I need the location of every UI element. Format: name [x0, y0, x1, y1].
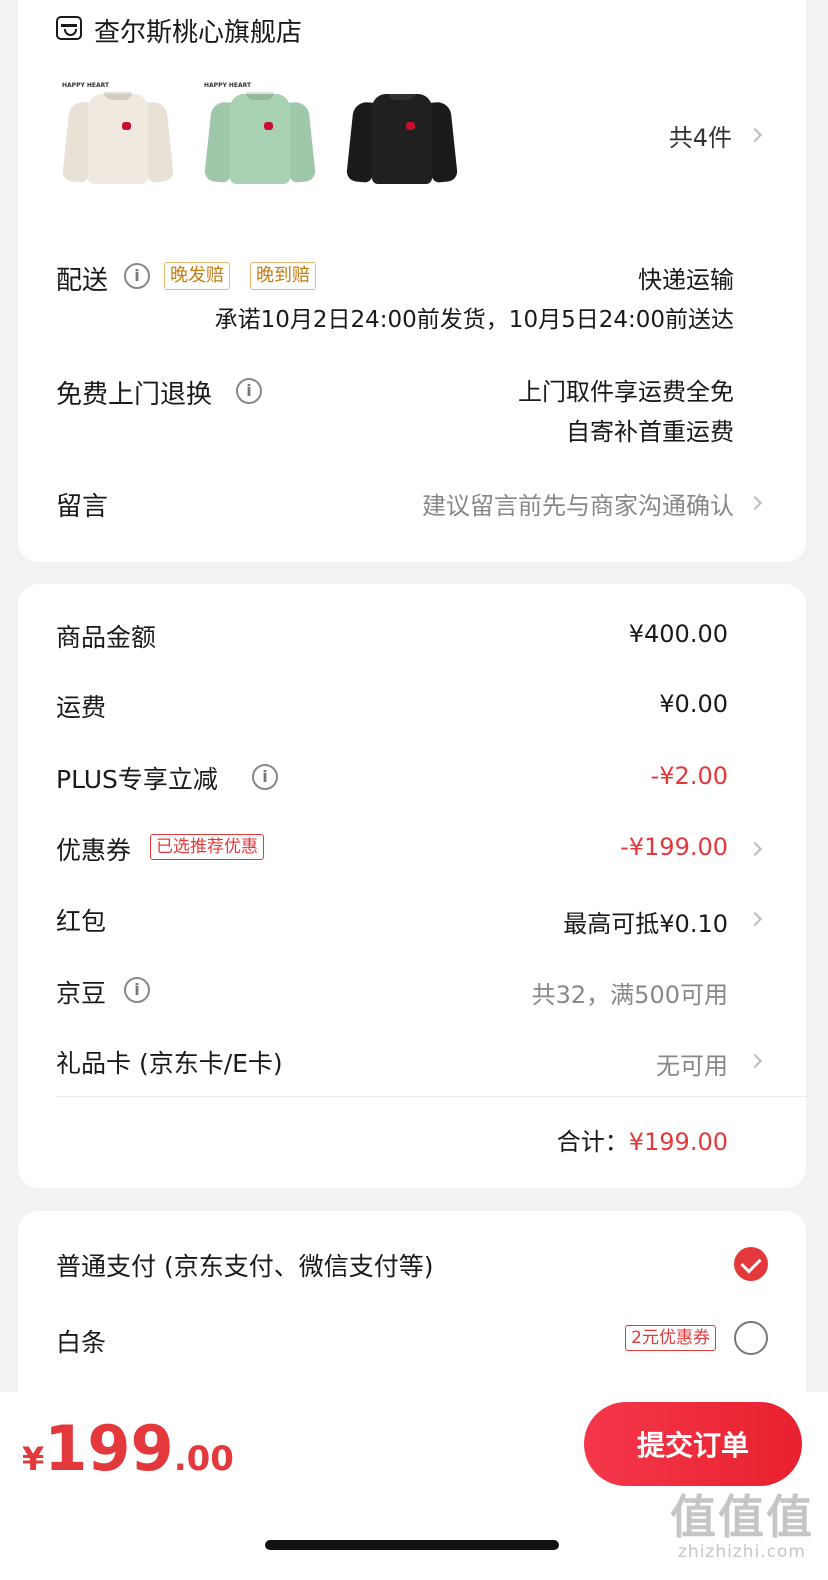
product-print-text: HAPPY HEART: [204, 82, 252, 89]
gift-card-value[interactable]: 无可用: [656, 1046, 728, 1081]
goods-amount-value: ¥400.00: [628, 620, 728, 648]
watermark-url: zhizhizhi.com: [678, 1542, 806, 1562]
message-input[interactable]: 建议留言前先与商家沟通确认: [422, 486, 734, 521]
submit-order-button[interactable]: 提交订单: [584, 1402, 802, 1486]
product-print-text: HAPPY HEART: [62, 82, 110, 89]
product-thumbnail[interactable]: HAPPY HEART: [198, 70, 322, 194]
normal-payment-label[interactable]: 普通支付 (京东支付、微信支付等): [56, 1247, 433, 1283]
baitiao-coupon-tag: 2元优惠券: [625, 1325, 716, 1351]
plus-discount-label: PLUS专享立减: [56, 765, 218, 794]
chevron-right-icon[interactable]: [747, 911, 763, 927]
product-thumbnail[interactable]: [340, 70, 464, 194]
jingdou-label: 京豆: [56, 979, 107, 1008]
plus-discount-value: -¥2.00: [650, 762, 728, 790]
late-ship-compensation-tag: 晚发赔: [164, 262, 230, 290]
chevron-right-icon[interactable]: [747, 841, 763, 857]
item-count[interactable]: 共4件: [669, 118, 732, 153]
return-pickup-text: 上门取件享运费全免: [518, 378, 734, 406]
info-icon[interactable]: i: [236, 378, 262, 404]
red-packet-label: 红包: [56, 907, 107, 936]
currency-symbol: ¥: [22, 1440, 45, 1478]
info-icon[interactable]: i: [124, 977, 150, 1003]
watermark: 值值值 zhizhizhi.com: [670, 1492, 814, 1562]
info-icon[interactable]: i: [252, 764, 278, 790]
store-name[interactable]: 查尔斯桃心旗舰店: [94, 12, 302, 49]
amount-decimal: .00: [173, 1439, 234, 1479]
shipping-fee-label: 运费: [56, 693, 107, 722]
jingdou-value: 共32，满500可用: [531, 981, 728, 1009]
baitiao-label[interactable]: 白条: [56, 1323, 106, 1359]
watermark-logo: 值值值: [670, 1490, 814, 1544]
late-arrival-compensation-tag: 晚到赔: [250, 262, 316, 290]
checkout-bar: ¥199.00 提交订单 值值值 zhizhizhi.com: [0, 1392, 828, 1580]
chevron-right-icon[interactable]: [747, 495, 763, 511]
delivery-method[interactable]: 快递运输: [638, 260, 734, 295]
home-indicator[interactable]: [265, 1540, 559, 1550]
divider: [56, 1096, 806, 1097]
shipping-fee-value: ¥0.00: [659, 690, 728, 718]
chevron-right-icon[interactable]: [747, 127, 763, 143]
total-value: ¥199.00: [628, 1128, 728, 1156]
total-label: 合计：: [556, 1128, 629, 1156]
coupon-recommended-tag: 已选推荐优惠: [150, 834, 264, 860]
coupon-value[interactable]: -¥199.00: [620, 833, 728, 861]
delivery-label: 配送: [56, 266, 109, 296]
message-label: 留言: [56, 492, 109, 522]
red-packet-value[interactable]: 最高可抵¥0.10: [563, 904, 728, 939]
price-summary-card: 商品金额 ¥400.00 运费 ¥0.00 PLUS专享立减 i -¥2.00 …: [18, 584, 806, 1188]
coupon-label: 优惠券: [56, 836, 132, 865]
gift-card-label: 礼品卡 (京东卡/E卡): [56, 1049, 283, 1078]
radio-empty-icon[interactable]: [734, 1321, 768, 1355]
amount-integer: 199: [44, 1412, 174, 1485]
order-store-card: 查尔斯桃心旗舰店 HAPPY HEART HAPPY HEART 共4件 配送 …: [18, 0, 806, 562]
chevron-right-icon[interactable]: [747, 1053, 763, 1069]
return-self-ship-text: 自寄补首重运费: [566, 418, 734, 446]
payable-amount: ¥199.00: [22, 1412, 234, 1485]
store-icon: [56, 16, 82, 40]
info-icon[interactable]: i: [124, 263, 150, 289]
check-circle-icon[interactable]: [734, 1247, 768, 1281]
payment-method-card: 普通支付 (京东支付、微信支付等) 白条 2元优惠券: [18, 1211, 806, 1411]
free-return-label: 免费上门退换: [56, 380, 213, 410]
product-thumbnail[interactable]: HAPPY HEART: [56, 70, 180, 194]
delivery-promise: 承诺10月2日24:00前发货，10月5日24:00前送达: [214, 307, 734, 333]
goods-amount-label: 商品金额: [56, 623, 157, 652]
total-row: 合计：¥199.00: [557, 1122, 728, 1157]
